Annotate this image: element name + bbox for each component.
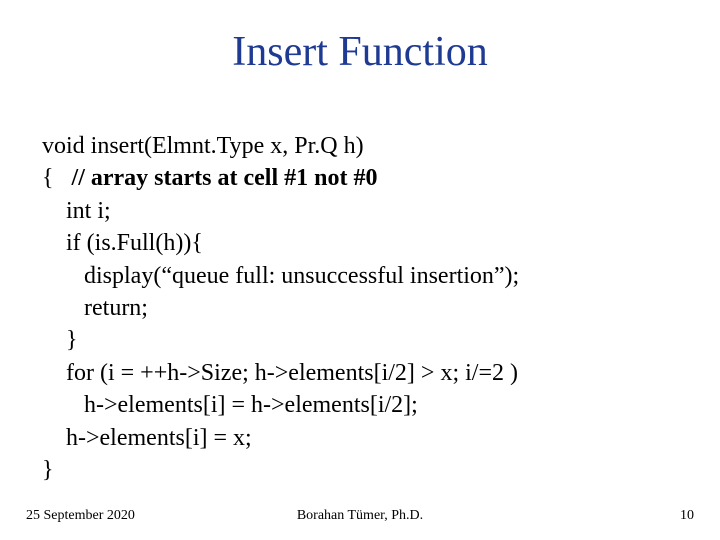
code-line: }	[42, 454, 678, 486]
code-line: int i;	[42, 195, 678, 227]
slide: Insert Function void insert(Elmnt.Type x…	[0, 0, 720, 540]
slide-title: Insert Function	[0, 28, 720, 76]
code-block: void insert(Elmnt.Type x, Pr.Q h) { // a…	[42, 130, 678, 486]
code-line: display(“queue full: unsuccessful insert…	[42, 260, 678, 292]
footer: 25 September 2020 Borahan Tümer, Ph.D. 1…	[26, 508, 694, 524]
code-line: void insert(Elmnt.Type x, Pr.Q h)	[42, 130, 678, 162]
footer-date: 25 September 2020	[26, 508, 135, 524]
code-line: for (i = ++h->Size; h->elements[i/2] > x…	[42, 357, 678, 389]
code-line: return;	[42, 292, 678, 324]
code-line: { // array starts at cell #1 not #0	[42, 162, 678, 194]
code-comment: // array starts at cell #1 not #0	[72, 165, 378, 191]
code-line: }	[42, 324, 678, 356]
code-line: if (is.Full(h)){	[42, 227, 678, 259]
code-line: h->elements[i] = x;	[42, 422, 678, 454]
code-line: h->elements[i] = h->elements[i/2];	[42, 389, 678, 421]
footer-page: 10	[680, 508, 694, 524]
